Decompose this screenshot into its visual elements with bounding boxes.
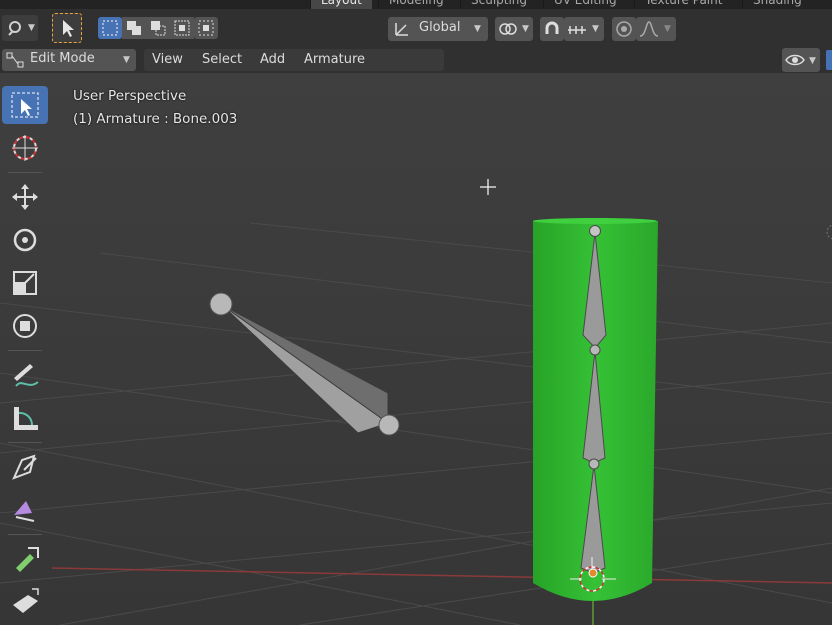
- tool-roll[interactable]: [2, 491, 48, 529]
- select-cursor-icon: [63, 20, 74, 37]
- tool-extrude[interactable]: [2, 448, 48, 486]
- tab-uv-editing[interactable]: UV Editing: [543, 0, 627, 9]
- select-mode-group: [98, 17, 218, 41]
- extrude-icon: [12, 454, 37, 480]
- move-icon: [12, 184, 38, 210]
- proportional-edit-toggle[interactable]: [612, 17, 636, 41]
- menu-view[interactable]: View: [144, 49, 191, 71]
- tool-move[interactable]: [2, 178, 48, 216]
- visibility-dropdown[interactable]: ▼: [782, 48, 820, 72]
- select-intersect-icon: [198, 20, 214, 36]
- snap-increment-icon: [568, 26, 586, 34]
- tool-rotate[interactable]: [2, 221, 48, 259]
- rotate-icon: [13, 228, 37, 252]
- tool-cursor[interactable]: [2, 129, 48, 167]
- view-name: User Perspective: [73, 88, 187, 104]
- bone-size-icon: [16, 547, 39, 572]
- select-invert-button[interactable]: [170, 17, 194, 39]
- tool-header: ▼ Global ▼ ▼ ▼ ▼: [0, 9, 832, 47]
- measure-icon: [14, 407, 38, 430]
- snap-target-dropdown[interactable]: ▼: [564, 17, 604, 41]
- tab-sculpting[interactable]: Sculpting: [460, 0, 537, 9]
- snap-toggle[interactable]: [540, 17, 564, 41]
- object-info: (1) Armature : Bone.003: [73, 111, 238, 127]
- select-new-button[interactable]: [98, 17, 122, 39]
- menu-armature[interactable]: Armature: [296, 49, 373, 71]
- select-extend-button[interactable]: [122, 17, 146, 39]
- select-intersect-button[interactable]: [194, 17, 218, 39]
- snap-icon: [545, 21, 559, 34]
- toolbar: [0, 84, 52, 625]
- tool-measure[interactable]: [2, 399, 48, 437]
- editor-type-icon: [8, 21, 21, 36]
- editor-type-button[interactable]: ▼: [2, 15, 38, 41]
- proportional-icon: [616, 21, 632, 37]
- tool-transform[interactable]: [2, 307, 48, 345]
- tool-scale[interactable]: [2, 264, 48, 302]
- mode-label: Edit Mode: [30, 51, 95, 66]
- annotate-icon: [14, 364, 39, 387]
- tab-texture-paint[interactable]: Texture Paint: [634, 0, 732, 9]
- tab-modeling[interactable]: Modeling: [378, 0, 454, 9]
- tab-layout[interactable]: Layout: [310, 0, 372, 9]
- envelope-icon: [13, 588, 39, 613]
- mode-dropdown[interactable]: Edit Mode ▼: [2, 49, 136, 71]
- tool-select-box[interactable]: [2, 86, 48, 124]
- scale-icon: [13, 271, 37, 295]
- viewport-scene: [0, 73, 832, 625]
- overlay-toggle[interactable]: [826, 50, 832, 70]
- cursor-icon: [12, 135, 38, 161]
- workspace-tabs-bar: Layout Modeling Sculpting UV Editing Tex…: [0, 0, 832, 9]
- roll-icon: [14, 501, 35, 522]
- visibility-icon: [785, 54, 805, 66]
- menu-add[interactable]: Add: [252, 49, 293, 71]
- select-new-icon: [102, 20, 118, 36]
- tool-settings-button[interactable]: [52, 13, 82, 43]
- menu-select[interactable]: Select: [194, 49, 250, 71]
- select-extend-icon: [127, 21, 141, 35]
- orientation-label: Global: [419, 20, 461, 35]
- menu-bar: View Select Add Armature: [144, 49, 444, 71]
- orientation-icon: [395, 23, 408, 36]
- select-invert-icon: [174, 20, 190, 36]
- select-subtract-button[interactable]: [146, 17, 170, 39]
- tab-shading[interactable]: Shading: [742, 0, 812, 9]
- falloff-icon: [639, 21, 659, 37]
- pivot-dropdown[interactable]: ▼: [495, 17, 533, 41]
- select-subtract-icon: [151, 21, 166, 36]
- 3d-viewport[interactable]: User Perspective (1) Armature : Bone.003: [0, 73, 832, 625]
- transform-icon: [13, 314, 37, 338]
- pivot-icon: [499, 23, 517, 35]
- proportional-falloff-dropdown[interactable]: ▼: [636, 17, 676, 41]
- edit-mode-icon: [6, 52, 24, 68]
- orientation-dropdown[interactable]: Global ▼: [388, 17, 488, 41]
- tool-bone-size[interactable]: [2, 540, 48, 578]
- tool-annotate[interactable]: [2, 356, 48, 394]
- select-box-icon: [11, 92, 39, 118]
- viewport-header: Edit Mode ▼ View Select Add Armature ▼: [0, 47, 832, 73]
- tool-envelope[interactable]: [2, 583, 48, 621]
